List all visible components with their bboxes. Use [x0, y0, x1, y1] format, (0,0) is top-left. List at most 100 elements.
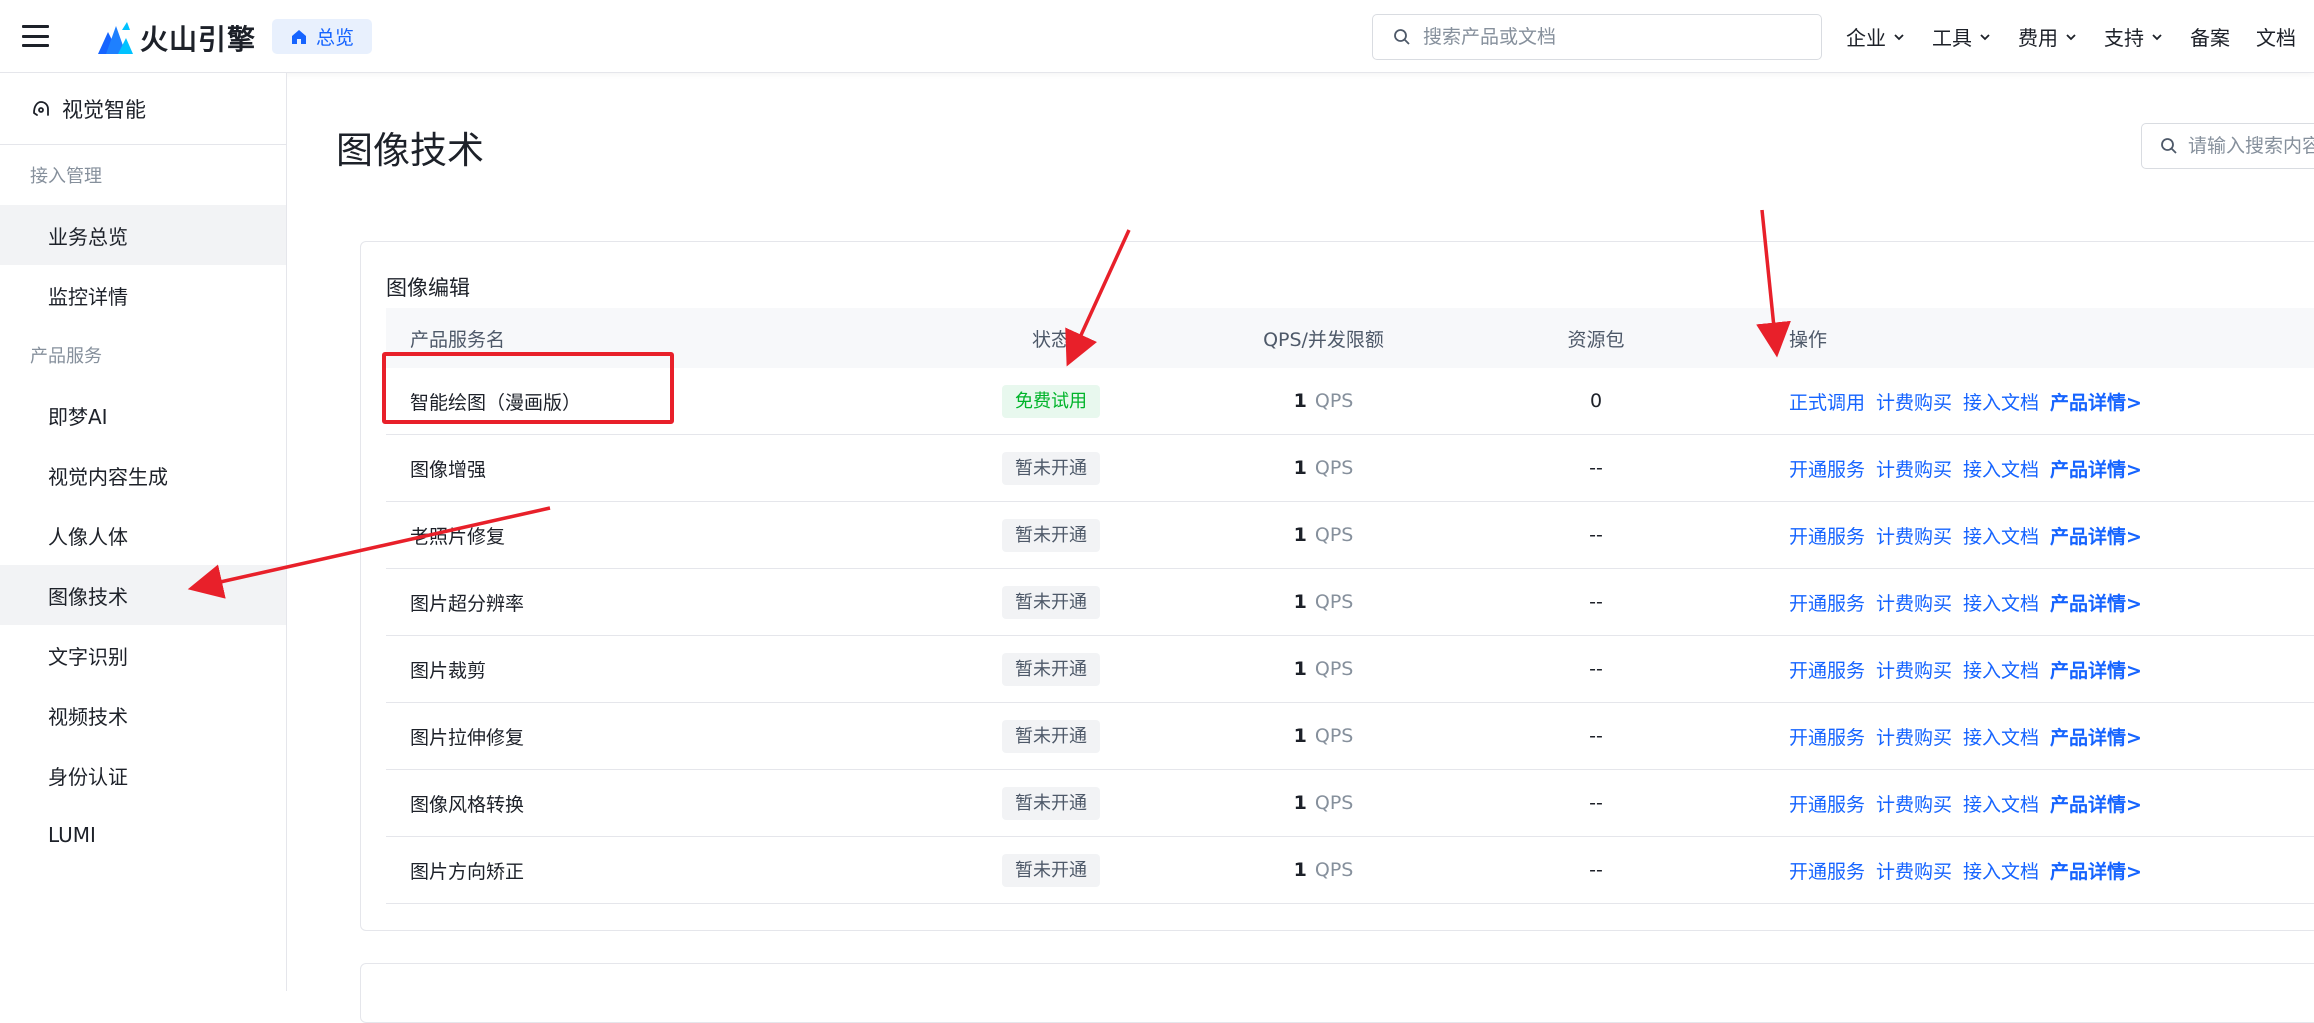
brand-logo[interactable]: 火山引擎	[96, 18, 256, 58]
overview-button[interactable]: 总览	[272, 19, 373, 54]
op-link-1[interactable]: 开通服务	[1789, 790, 1865, 817]
sidebar-item-monitoring[interactable]: 监控详情	[0, 265, 286, 325]
services-table: 产品服务名 状态 QPS/并发限额 资源包 操作 智能绘图（漫画版） 免费试用 1 Q…	[386, 308, 2314, 904]
nav-label: 费用	[2018, 26, 2058, 50]
table-header: 产品服务名 状态 QPS/并发限额 资源包 操作	[386, 308, 2314, 368]
op-link-4[interactable]: 产品详情>	[2050, 455, 2142, 482]
status-badge: 暂未开通	[1002, 719, 1100, 753]
op-link-2[interactable]: 计费购买	[1876, 388, 1952, 415]
brand-name: 火山引擎	[140, 23, 257, 56]
op-link-2[interactable]: 计费购买	[1876, 589, 1952, 616]
nav-docs[interactable]: 文档	[2256, 22, 2296, 51]
op-link-2[interactable]: 计费购买	[1876, 790, 1952, 817]
qps-unit: QPS	[1314, 457, 1354, 479]
status-cell: 免费试用	[1002, 384, 1100, 418]
qps-unit: QPS	[1314, 658, 1354, 680]
sidebar-item-video-tech[interactable]: 视频技术	[0, 685, 286, 745]
chevron-down-icon	[1894, 33, 1904, 40]
nav-icp[interactable]: 备案	[2190, 22, 2230, 51]
op-link-3[interactable]: 接入文档	[1963, 455, 2039, 482]
col-header-ops: 操作	[1789, 328, 1828, 351]
sidebar-group-services: 产品服务	[30, 346, 102, 367]
op-link-1[interactable]: 开通服务	[1789, 455, 1865, 482]
vision-icon	[33, 100, 49, 116]
table-row: 图像增强 暂未开通 1 QPS -- 开通服务 计费购买 接入文档 产品详情>	[386, 435, 2314, 502]
highlight-box	[382, 352, 674, 424]
resource-pack: --	[1589, 725, 1603, 747]
service-name: 老照片修复	[410, 525, 506, 548]
qps-value: 1	[1293, 524, 1307, 546]
top-header: 火山引擎 总览 企业 工具 费用 支持 备案 文档	[0, 0, 2314, 73]
op-link-1[interactable]: 开通服务	[1789, 522, 1865, 549]
op-link-2[interactable]: 计费购买	[1876, 723, 1952, 750]
op-link-3[interactable]: 接入文档	[1963, 589, 2039, 616]
nav-support[interactable]: 支持	[2104, 22, 2164, 51]
op-link-2[interactable]: 计费购买	[1876, 522, 1952, 549]
op-link-2[interactable]: 计费购买	[1876, 857, 1952, 884]
service-name: 图像增强	[410, 458, 487, 481]
ops-cell: 开通服务 计费购买 接入文档 产品详情>	[1641, 455, 2153, 482]
status-cell: 暂未开通	[1002, 853, 1100, 887]
sidebar-item-lumi[interactable]: LUMI	[0, 805, 286, 865]
sidebar-title: 视觉智能	[62, 97, 146, 122]
resource-pack: --	[1589, 524, 1603, 546]
table-row: 图片超分辨率 暂未开通 1 QPS -- 开通服务 计费购买 接入文档 产品详情>	[386, 569, 2314, 636]
qps-cell: 1 QPS	[1096, 725, 1551, 747]
op-link-3[interactable]: 接入文档	[1963, 656, 2039, 683]
volcano-logo-icon	[98, 21, 133, 54]
op-link-4[interactable]: 产品详情>	[2050, 790, 2142, 817]
op-link-4[interactable]: 产品详情>	[2050, 857, 2142, 884]
op-link-2[interactable]: 计费购买	[1876, 656, 1952, 683]
ops-cell: 正式调用 计费购买 接入文档 产品详情>	[1641, 388, 2153, 415]
qps-unit: QPS	[1314, 524, 1354, 546]
sidebar-item-jimeng-ai[interactable]: 即梦AI	[0, 385, 286, 445]
image-edit-card: 图像编辑 产品服务名 状态 QPS/并发限额 资源包 操作 智能绘图（漫画版）免…	[360, 241, 2314, 931]
global-search[interactable]	[1372, 14, 1822, 60]
status-badge: 暂未开通	[1002, 652, 1100, 686]
status-cell: 暂未开通	[1002, 719, 1100, 753]
sidebar-item-business-overview[interactable]: 业务总览	[0, 205, 286, 265]
sidebar-item-visual-generation[interactable]: 视觉内容生成	[0, 445, 286, 505]
op-link-3[interactable]: 接入文档	[1963, 388, 2039, 415]
op-link-1[interactable]: 开通服务	[1789, 589, 1865, 616]
op-link-1[interactable]: 开通服务	[1789, 857, 1865, 884]
qps-cell: 1 QPS	[1096, 658, 1551, 680]
op-link-1[interactable]: 正式调用	[1789, 388, 1865, 415]
op-link-4[interactable]: 产品详情>	[2050, 656, 2142, 683]
nav-label: 企业	[1846, 26, 1886, 50]
global-search-input[interactable]	[1423, 26, 1803, 48]
content-search-input[interactable]	[2188, 135, 2314, 157]
content-search[interactable]	[2141, 123, 2314, 169]
op-link-1[interactable]: 开通服务	[1789, 656, 1865, 683]
op-link-4[interactable]: 产品详情>	[2050, 522, 2142, 549]
nav-enterprise[interactable]: 企业	[1846, 22, 1906, 51]
menu-icon[interactable]	[22, 25, 49, 47]
resource-pack: --	[1589, 658, 1603, 680]
ops-cell: 开通服务 计费购买 接入文档 产品详情>	[1641, 857, 2153, 884]
sidebar-item-ocr[interactable]: 文字识别	[0, 625, 286, 685]
sidebar-header[interactable]: 视觉智能	[0, 73, 286, 145]
op-link-4[interactable]: 产品详情>	[2050, 589, 2142, 616]
op-link-3[interactable]: 接入文档	[1963, 790, 2039, 817]
table-row: 老照片修复 暂未开通 1 QPS -- 开通服务 计费购买 接入文档 产品详情>	[386, 502, 2314, 569]
sidebar-item-image-tech[interactable]: 图像技术	[0, 565, 286, 625]
qps-value: 1	[1293, 658, 1307, 680]
qps-cell: 1 QPS	[1096, 591, 1551, 613]
resource-pack: --	[1589, 859, 1603, 881]
resource-pack: 0	[1589, 390, 1603, 412]
op-link-3[interactable]: 接入文档	[1963, 857, 2039, 884]
op-link-3[interactable]: 接入文档	[1963, 522, 2039, 549]
nav-billing[interactable]: 费用	[2018, 22, 2078, 51]
sidebar-item-portrait[interactable]: 人像人体	[0, 505, 286, 565]
op-link-4[interactable]: 产品详情>	[2050, 388, 2142, 415]
col-header-status: 状态	[1031, 328, 1070, 351]
qps-value: 1	[1293, 591, 1307, 613]
qps-unit: QPS	[1314, 591, 1354, 613]
op-link-1[interactable]: 开通服务	[1789, 723, 1865, 750]
sidebar-item-identity[interactable]: 身份认证	[0, 745, 286, 805]
op-link-4[interactable]: 产品详情>	[2050, 723, 2142, 750]
nav-tools[interactable]: 工具	[1932, 22, 1992, 51]
qps-value: 1	[1293, 859, 1307, 881]
op-link-2[interactable]: 计费购买	[1876, 455, 1952, 482]
op-link-3[interactable]: 接入文档	[1963, 723, 2039, 750]
